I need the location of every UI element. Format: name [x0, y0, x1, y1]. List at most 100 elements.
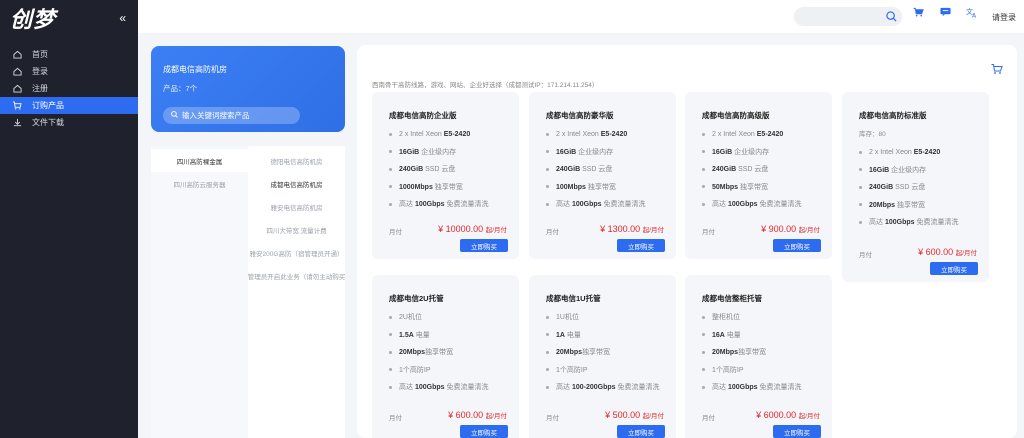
- buy-now-button[interactable]: 立即购买: [773, 239, 821, 252]
- bullet-icon: [859, 168, 862, 172]
- product-card: 成都电信高防企业版 2 x Intel Xeon E5-2420 16GiB 企业级…: [372, 92, 519, 259]
- price-value: ¥ 600.00: [448, 410, 484, 420]
- sidebar-item-download[interactable]: 文件下载: [0, 114, 138, 131]
- spec-item: 整柜机位: [702, 313, 827, 323]
- spec-part: 独享带宽: [432, 183, 463, 191]
- category-group-item[interactable]: 四川高防裸金属: [151, 149, 248, 172]
- spec-item: 16GiB 企业级内存: [702, 148, 827, 158]
- spec-item: 20Mbps独享带宽: [389, 348, 514, 358]
- search-icon[interactable]: [886, 11, 897, 22]
- spec-part: 100Gbps: [414, 201, 445, 208]
- spec-item: 100Mbps 独享带宽: [546, 183, 671, 193]
- buy-now-button[interactable]: 立即购买: [930, 262, 978, 275]
- category-group-item[interactable]: 四川高防云服务器: [151, 172, 248, 195]
- category-item-selected[interactable]: 成都电信高防机房: [248, 172, 345, 195]
- bullet-icon: [546, 167, 549, 171]
- svg-text:A: A: [972, 12, 977, 18]
- price-unit: 起/月付: [798, 227, 820, 234]
- bullet-icon: [859, 220, 862, 224]
- header-message-button[interactable]: [936, 4, 954, 22]
- logo-row: 创梦 «: [0, 0, 138, 36]
- category-item[interactable]: 管理员开启此业务（请勿主动购买: [248, 264, 345, 287]
- spec-part: E5-2420: [600, 131, 628, 138]
- price-unit: 起/月付: [485, 227, 507, 234]
- download-icon: [12, 118, 22, 128]
- bullet-icon: [702, 385, 705, 389]
- bullet-icon: [546, 385, 549, 389]
- bullet-icon: [389, 368, 392, 372]
- spec-item: 240GiB SSD 云盘: [546, 165, 671, 175]
- header-cart-button[interactable]: [909, 4, 927, 22]
- spec-item: 高达 100Gbps 免费流量清洗: [859, 218, 984, 228]
- category-group-list: 四川高防裸金属 四川高防云服务器: [151, 146, 248, 438]
- sidebar-item-order[interactable]: 订购产品: [0, 97, 138, 114]
- logo[interactable]: 创梦: [10, 2, 56, 34]
- category-item[interactable]: 德阳电信高防机房: [248, 149, 345, 172]
- sidebar-item-register[interactable]: 注册: [0, 80, 138, 97]
- spec-part: SSD 云盘: [893, 184, 926, 191]
- header-language-button[interactable]: 文A: [963, 4, 981, 22]
- product-card: 成都电信整柜托管 整柜机位 16A 电量 20Mbps独享带宽 1个高防IP 高达 100…: [685, 275, 832, 438]
- bullet-icon: [389, 385, 392, 389]
- bullet-icon: [702, 185, 705, 189]
- spec-item: 240GiB SSD 云盘: [702, 165, 827, 175]
- spec-part: 1.5A: [399, 331, 414, 339]
- login-link[interactable]: 请登录: [992, 12, 1016, 23]
- sidebar-item-login[interactable]: 登录: [0, 63, 138, 80]
- buy-now-button[interactable]: 立即购买: [773, 425, 821, 438]
- bullet-icon: [389, 350, 392, 354]
- category-item[interactable]: 雅安200G高防（宿管理员开通）: [248, 241, 345, 264]
- sidebar-item-label: 文件下载: [32, 118, 64, 127]
- spec-item: 2 x Intel Xeon E5-2420: [702, 130, 827, 140]
- spec-part: 企业级内存: [732, 148, 770, 156]
- spec-item: 高达 100Gbps 免费流量清洗: [389, 200, 514, 210]
- spec-part: 电量: [564, 331, 581, 339]
- spec-part: E5-2420: [913, 149, 941, 156]
- cart-icon: [12, 101, 22, 111]
- category-item[interactable]: 雅安电信高防机房: [248, 195, 345, 218]
- buy-now-button[interactable]: 立即购买: [460, 239, 508, 252]
- price: ¥ 600.00 起/月付: [448, 410, 507, 420]
- product-title: 成都电信1U托管: [546, 294, 601, 303]
- spec-part: 2 x Intel Xeon: [556, 131, 601, 138]
- price: ¥ 900.00 起/月付: [761, 224, 820, 234]
- spec-item: 1U机位: [546, 313, 671, 323]
- buy-now-button[interactable]: 立即购买: [617, 425, 665, 438]
- bullet-icon: [389, 167, 392, 171]
- product-area: 西南骨干高防线路，游戏、网站、企业好选择（成都测试IP：171.214.11.2…: [357, 45, 1017, 438]
- spec-item: 50Mbps 独享带宽: [702, 183, 827, 193]
- cart-icon[interactable]: [991, 63, 1003, 75]
- stock-label: 库存：80: [859, 131, 886, 138]
- buy-now-button[interactable]: 立即购买: [460, 425, 508, 438]
- spec-part: 免费流量清洗: [444, 201, 489, 208]
- bullet-icon: [859, 185, 862, 189]
- spec-item: 16GiB 企业级内存: [859, 166, 984, 176]
- hero-title: 成都电信高防机房: [163, 65, 227, 74]
- spec-part: 20Mbps: [712, 349, 739, 356]
- bullet-icon: [546, 368, 549, 372]
- spec-part: 240GiB: [399, 166, 424, 173]
- sidebar-item-home[interactable]: 首页: [0, 46, 138, 63]
- bullet-icon: [389, 150, 392, 154]
- spec-part: 16GiB: [556, 148, 577, 156]
- spec-part: 100Gbps: [414, 384, 445, 391]
- category-item[interactable]: 四川大带宽 流量计费: [248, 218, 345, 241]
- billing-cycle: 月付: [859, 252, 872, 259]
- product-title: 成都电信高防标准版: [859, 111, 927, 120]
- price-unit: 起/月付: [642, 413, 664, 420]
- bullet-icon: [546, 202, 549, 206]
- sidebar-nav: 首页 登录 注册 订购产品 文件下载: [0, 46, 138, 131]
- spec-part: 高达: [712, 201, 728, 208]
- product-search-input[interactable]: 输入关键词搜索产品: [163, 107, 300, 124]
- category-list: 德阳电信高防机房 成都电信高防机房 雅安电信高防机房 四川大带宽 流量计费 雅安…: [248, 146, 345, 438]
- product-title: 成都电信整柜托管: [702, 294, 762, 303]
- price: ¥ 600.00 起/月付: [918, 247, 977, 257]
- product-card: 成都电信高防豪华版 2 x Intel Xeon E5-2420 16GiB 企业级…: [529, 92, 676, 259]
- category-description: 西南骨干高防线路，游戏、网站、企业好选择（成都测试IP：171.214.11.2…: [372, 82, 599, 89]
- spec-part: 100Mbps: [556, 183, 586, 191]
- price-unit: 起/月付: [798, 413, 820, 420]
- spec-part: 2 x Intel Xeon: [869, 149, 914, 156]
- spec-part: 高达: [399, 384, 415, 391]
- buy-now-button[interactable]: 立即购买: [617, 239, 665, 252]
- collapse-sidebar-button[interactable]: «: [119, 11, 126, 25]
